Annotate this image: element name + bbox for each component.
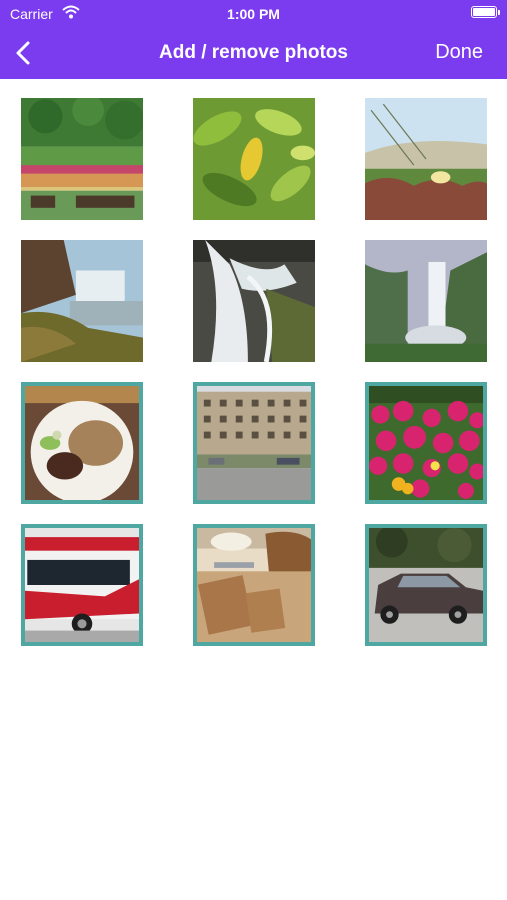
battery-icon (471, 6, 500, 18)
status-bar: Carrier 1:00 PM (0, 0, 507, 28)
photo-garden[interactable] (21, 98, 143, 220)
photo-pink-flowers[interactable] (365, 382, 487, 504)
photo-waterfall-closeup[interactable] (193, 240, 315, 362)
photo-car[interactable] (365, 524, 487, 646)
photo-dune-flower[interactable] (365, 98, 487, 220)
photo-bread[interactable] (193, 524, 315, 646)
photo-bus[interactable] (21, 524, 143, 646)
photo-yellow-leaf[interactable] (193, 98, 315, 220)
status-time: 1:00 PM (227, 6, 280, 22)
photo-waterfall-mist[interactable] (365, 240, 487, 362)
photo-food-plate[interactable] (21, 382, 143, 504)
nav-bar: Add / remove photos Done (0, 28, 507, 79)
photo-building[interactable] (193, 382, 315, 504)
done-button[interactable]: Done (435, 41, 483, 64)
top-bar: Carrier 1:00 PM Add / remove photos Done (0, 0, 507, 79)
page-title: Add / remove photos (159, 42, 348, 63)
photo-waterfall-cliff[interactable] (21, 240, 143, 362)
